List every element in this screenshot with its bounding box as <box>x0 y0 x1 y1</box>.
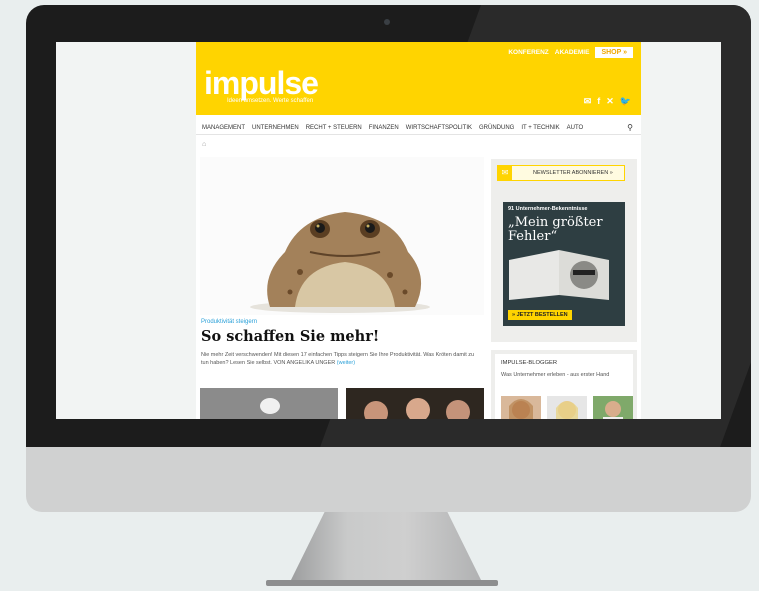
imac-chin <box>26 447 751 512</box>
blogger-subtitle: Was Unternehmer erleben - aus erster Han… <box>501 372 610 378</box>
site-logo[interactable]: impulse <box>204 67 319 99</box>
ad-title: „Mein größter Fehler“ <box>508 215 603 244</box>
nav-item-management[interactable]: MANAGEMENT <box>202 125 245 131</box>
article-kicker[interactable]: Produktivität steigern <box>201 319 257 325</box>
article-thumbnail-team[interactable] <box>346 388 484 419</box>
blogger-avatar-1[interactable] <box>501 396 541 419</box>
nav-item-recht-steuern[interactable]: RECHT + STEUERN <box>306 125 362 131</box>
social-links: ✉ f ✕ 🐦 <box>584 96 631 107</box>
nav-item-unternehmen[interactable]: UNTERNEHMEN <box>252 125 299 131</box>
browser-screen: KONFERENZ AKADEMIE SHOP » impulse Ideen … <box>56 42 721 419</box>
twitter-icon[interactable]: 🐦 <box>620 96 631 107</box>
nav-item-gruendung[interactable]: GRÜNDUNG <box>479 125 514 131</box>
blogger-avatar-2[interactable] <box>547 396 587 419</box>
konferenz-link[interactable]: KONFERENZ <box>508 49 548 56</box>
ad-subtitle: 91 Unternehmer-Bekenntnisse <box>508 206 588 212</box>
newsletter-label: NEWSLETTER ABONNIEREN » <box>533 170 613 176</box>
facebook-icon[interactable]: f <box>597 96 600 107</box>
xing-icon[interactable]: ✕ <box>606 96 614 107</box>
nav-item-finanzen[interactable]: FINANZEN <box>369 125 399 131</box>
order-now-button[interactable]: » JETZT BESTELLEN <box>508 310 572 320</box>
hero-image-toad[interactable] <box>200 157 484 315</box>
mail-icon: ✉ <box>498 166 512 180</box>
blogger-title: IMPULSE-BLOGGER <box>501 360 558 366</box>
akademie-link[interactable]: AKADEMIE <box>555 49 590 56</box>
nav-item-auto[interactable]: AUTO <box>567 125 584 131</box>
site-header: KONFERENZ AKADEMIE SHOP » impulse Ideen … <box>196 42 641 115</box>
nav-item-it-technik[interactable]: IT + TECHNIK <box>521 125 559 131</box>
book-advertisement[interactable]: 91 Unternehmer-Bekenntnisse „Mein größte… <box>503 202 625 326</box>
impulse-website: KONFERENZ AKADEMIE SHOP » impulse Ideen … <box>196 42 641 419</box>
blogger-box: IMPULSE-BLOGGER Was Unternehmer erleben … <box>491 350 637 419</box>
book-image <box>509 250 609 300</box>
shop-button[interactable]: SHOP » <box>595 47 633 58</box>
nav-item-wirtschaftspolitik[interactable]: WIRTSCHAFTSPOLITIK <box>406 125 472 131</box>
imac-stand <box>290 512 482 582</box>
imac-monitor: KONFERENZ AKADEMIE SHOP » impulse Ideen … <box>26 5 751 447</box>
newsletter-icon[interactable]: ✉ <box>584 96 592 107</box>
article-teaser: Nie mehr Zeit verschwenden! Mit diesen 1… <box>201 351 481 367</box>
main-navigation: MANAGEMENT UNTERNEHMEN RECHT + STEUERN F… <box>196 121 641 135</box>
search-icon[interactable]: ⚲ <box>627 123 633 132</box>
article-headline[interactable]: So schaffen Sie mehr! <box>201 328 379 345</box>
top-navigation: KONFERENZ AKADEMIE SHOP » <box>508 47 633 58</box>
article-thumbnail-egg[interactable] <box>200 388 338 419</box>
home-icon[interactable]: ⌂ <box>202 141 206 148</box>
imac-stand-base <box>266 580 498 586</box>
read-more-link[interactable]: (weiter) <box>337 360 355 366</box>
article-byline: VON ANGELIKA UNGER <box>273 360 336 366</box>
sidebar-top: ✉ NEWSLETTER ABONNIEREN » 91 Unternehmer… <box>491 159 637 342</box>
blogger-avatar-3[interactable] <box>593 396 633 419</box>
site-tagline: Ideen umsetzen. Werte schaffen <box>227 98 314 104</box>
camera-dot <box>384 19 390 25</box>
newsletter-button[interactable]: ✉ NEWSLETTER ABONNIEREN » <box>497 165 625 181</box>
